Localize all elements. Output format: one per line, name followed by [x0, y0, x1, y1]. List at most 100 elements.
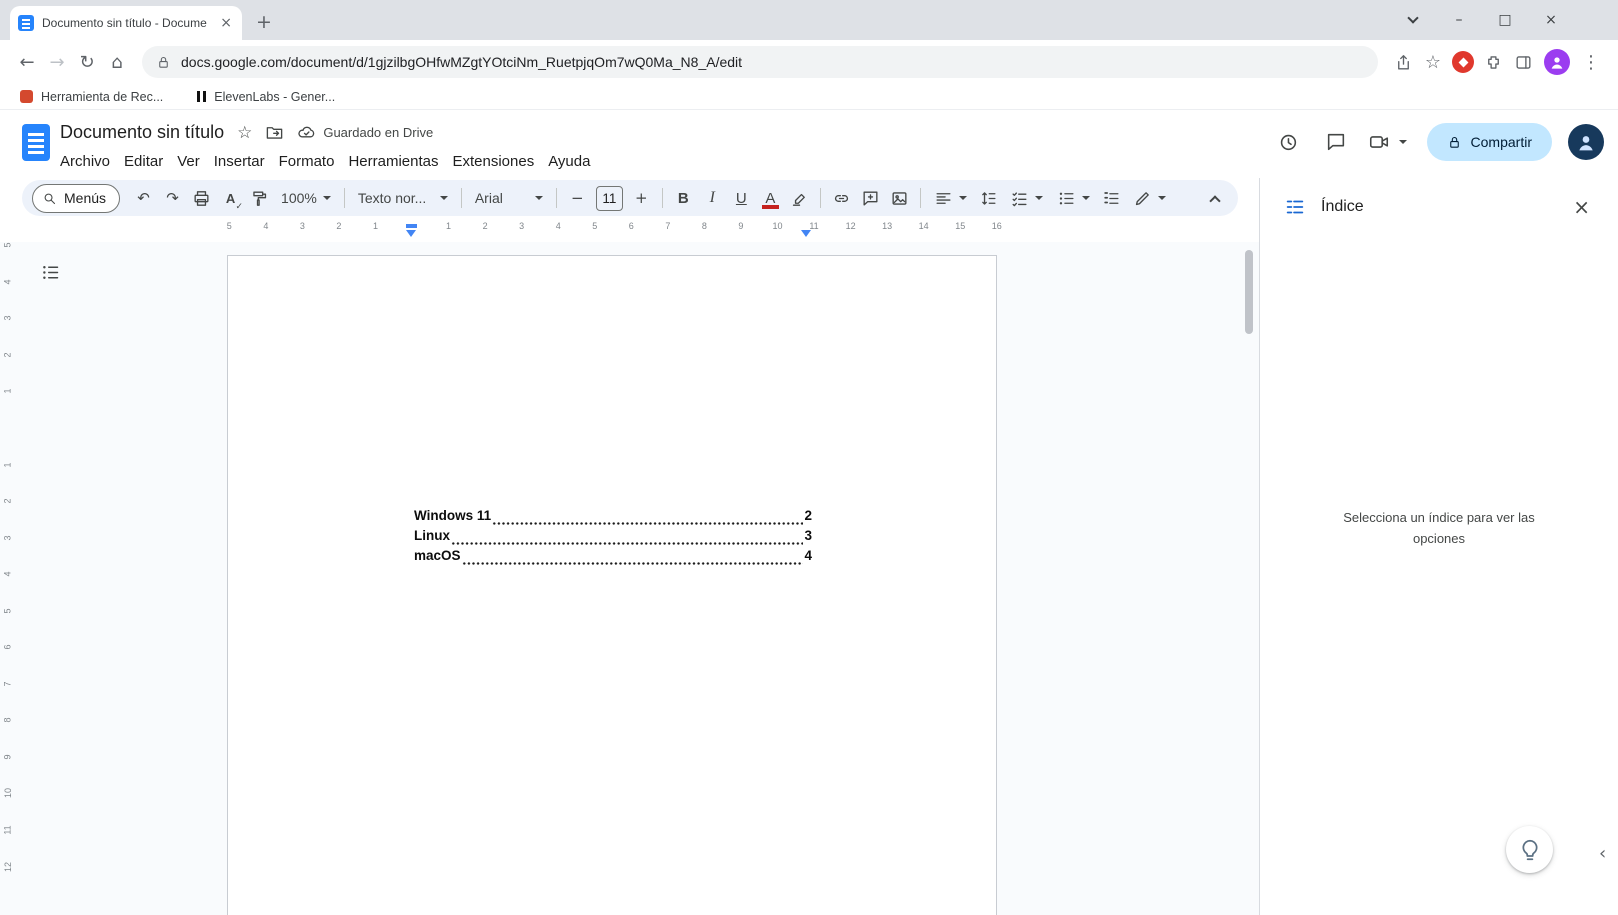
- window-close-button[interactable]: ×: [1528, 0, 1574, 40]
- ruler-number: 7: [2, 681, 13, 687]
- toc-entry[interactable]: macOS 4: [414, 548, 812, 568]
- index-panel: Índice × Selecciona un índice para ver l…: [1259, 178, 1618, 915]
- document-title[interactable]: Documento sin título: [60, 122, 224, 143]
- ruler-number: 4: [555, 221, 561, 231]
- profile-avatar[interactable]: [1544, 49, 1570, 75]
- divider: [343, 188, 345, 208]
- document-page[interactable]: Windows 11 2 Linux 3 macOS 4: [227, 255, 997, 915]
- move-folder-icon[interactable]: [265, 123, 284, 142]
- font-size-input[interactable]: 11: [595, 185, 623, 211]
- document-outline-button[interactable]: [36, 258, 64, 286]
- highlight-color-button[interactable]: [786, 185, 813, 212]
- window-maximize-button[interactable]: □: [1482, 0, 1528, 40]
- checklist-select[interactable]: [1004, 185, 1049, 212]
- chevron-down-icon: [1034, 196, 1043, 200]
- save-status[interactable]: Guardado en Drive: [297, 123, 433, 142]
- decrease-font-size-button[interactable]: −: [564, 185, 591, 212]
- increase-font-size-button[interactable]: +: [628, 185, 655, 212]
- bookmark-star-icon[interactable]: ☆: [1418, 47, 1448, 77]
- line-spacing-button[interactable]: [975, 185, 1002, 212]
- spellcheck-button[interactable]: A ✓: [217, 185, 244, 212]
- bookmark-label: ElevenLabs - Gener...: [214, 89, 336, 104]
- text-color-button[interactable]: A: [757, 185, 784, 212]
- align-select[interactable]: [928, 185, 973, 212]
- version-history-icon[interactable]: [1268, 122, 1308, 162]
- bookmark-favicon: [20, 90, 33, 103]
- italic-button[interactable]: I: [699, 185, 726, 212]
- zoom-select[interactable]: 100%: [275, 185, 337, 212]
- pen-format-select[interactable]: [1127, 185, 1172, 212]
- tab-close-icon[interactable]: ×: [218, 15, 234, 31]
- horizontal-ruler[interactable]: 5 4 3 2 1 1 2 3 4 5 6 7 8 9 10 11 12 13 14 15 16: [0, 218, 1259, 242]
- bookmark-item[interactable]: ElevenLabs - Gener...: [197, 90, 335, 104]
- toc-entry[interactable]: Linux 3: [414, 528, 812, 548]
- star-document-icon[interactable]: ☆: [237, 123, 252, 143]
- share-icon[interactable]: [1388, 47, 1418, 77]
- insert-image-button[interactable]: [886, 185, 913, 212]
- index-panel-title: Índice: [1321, 198, 1364, 215]
- index-panel-close-button[interactable]: ×: [1569, 195, 1594, 219]
- menu-item[interactable]: Ayuda: [541, 149, 597, 174]
- ruler-number: 4: [2, 279, 13, 285]
- extensions-puzzle-icon[interactable]: [1478, 47, 1508, 77]
- ruler-number: 4: [2, 571, 13, 577]
- redo-button[interactable]: ↷: [159, 185, 186, 212]
- back-button[interactable]: ←: [12, 47, 42, 77]
- menu-item[interactable]: Archivo: [53, 149, 117, 174]
- docs-header: Documento sin título ☆ Guardado en Drive…: [0, 110, 1618, 180]
- numbered-list-button[interactable]: [1098, 185, 1125, 212]
- scrollbar-thumb[interactable]: [1245, 250, 1253, 334]
- bold-button[interactable]: B: [670, 185, 697, 212]
- ruler-number: 1: [446, 221, 452, 231]
- menu-item[interactable]: Ver: [170, 149, 207, 174]
- meet-call-button[interactable]: [1364, 131, 1411, 153]
- check-icon: ✓: [235, 201, 244, 212]
- google-docs-logo-icon[interactable]: [22, 124, 50, 161]
- menu-item[interactable]: Editar: [117, 149, 170, 174]
- ruler-number: 10: [2, 788, 13, 799]
- collapse-toolbar-button[interactable]: [1201, 185, 1228, 212]
- underline-button[interactable]: U: [728, 185, 755, 212]
- vertical-scrollbar[interactable]: [1245, 248, 1254, 908]
- forward-button[interactable]: →: [42, 47, 72, 77]
- new-tab-button[interactable]: +: [250, 8, 278, 36]
- toc-entry[interactable]: Windows 11 2: [414, 508, 812, 528]
- adblock-extension-icon[interactable]: [1452, 51, 1474, 73]
- address-bar[interactable]: docs.google.com/document/d/1gjzilbgOHfwM…: [142, 46, 1378, 78]
- search-menus-button[interactable]: Menús: [32, 183, 121, 213]
- chrome-menu-icon[interactable]: ⋮: [1576, 47, 1606, 77]
- browser-tab[interactable]: Documento sin título - Docume ×: [10, 6, 242, 40]
- chevron-down-icon: [958, 196, 967, 200]
- comments-icon[interactable]: [1316, 122, 1356, 162]
- explore-button[interactable]: [1506, 826, 1553, 873]
- paint-format-button[interactable]: [246, 185, 273, 212]
- window-minimize-button[interactable]: –: [1436, 0, 1482, 40]
- ruler-number: 8: [701, 221, 707, 231]
- menu-item[interactable]: Insertar: [207, 149, 272, 174]
- menu-item[interactable]: Formato: [272, 149, 342, 174]
- checklist-icon: [1012, 191, 1027, 206]
- menu-item[interactable]: Herramientas: [341, 149, 445, 174]
- ruler-number: 4: [263, 221, 269, 231]
- insert-comment-button[interactable]: [857, 185, 884, 212]
- document-canvas[interactable]: 5 4 3 2 1 1 2 3 4 5 6 7 8 9 10 11 12 Windows 11 2 Linux: [0, 242, 1259, 915]
- reload-button[interactable]: ↻: [72, 47, 102, 77]
- menu-item[interactable]: Extensiones: [445, 149, 541, 174]
- table-of-contents[interactable]: Windows 11 2 Linux 3 macOS 4: [414, 508, 812, 568]
- tab-search-chevron-icon[interactable]: [1390, 0, 1436, 40]
- right-indent-marker[interactable]: [801, 230, 811, 237]
- print-button[interactable]: [188, 185, 215, 212]
- insert-link-button[interactable]: [828, 185, 855, 212]
- side-panel-icon[interactable]: [1508, 47, 1538, 77]
- bookmark-item[interactable]: Herramienta de Rec...: [20, 90, 163, 104]
- share-button[interactable]: Compartir: [1426, 123, 1552, 161]
- home-button[interactable]: ⌂: [102, 47, 132, 77]
- paragraph-style-select[interactable]: Texto nor...: [352, 185, 454, 212]
- account-avatar[interactable]: [1568, 124, 1604, 160]
- font-select[interactable]: Arial: [469, 185, 549, 212]
- bulleted-list-select[interactable]: [1051, 185, 1096, 212]
- divider: [819, 188, 821, 208]
- left-indent-marker[interactable]: [406, 224, 417, 237]
- collapse-panel-chevron[interactable]: ‹: [1599, 843, 1606, 864]
- undo-button[interactable]: ↶: [130, 185, 157, 212]
